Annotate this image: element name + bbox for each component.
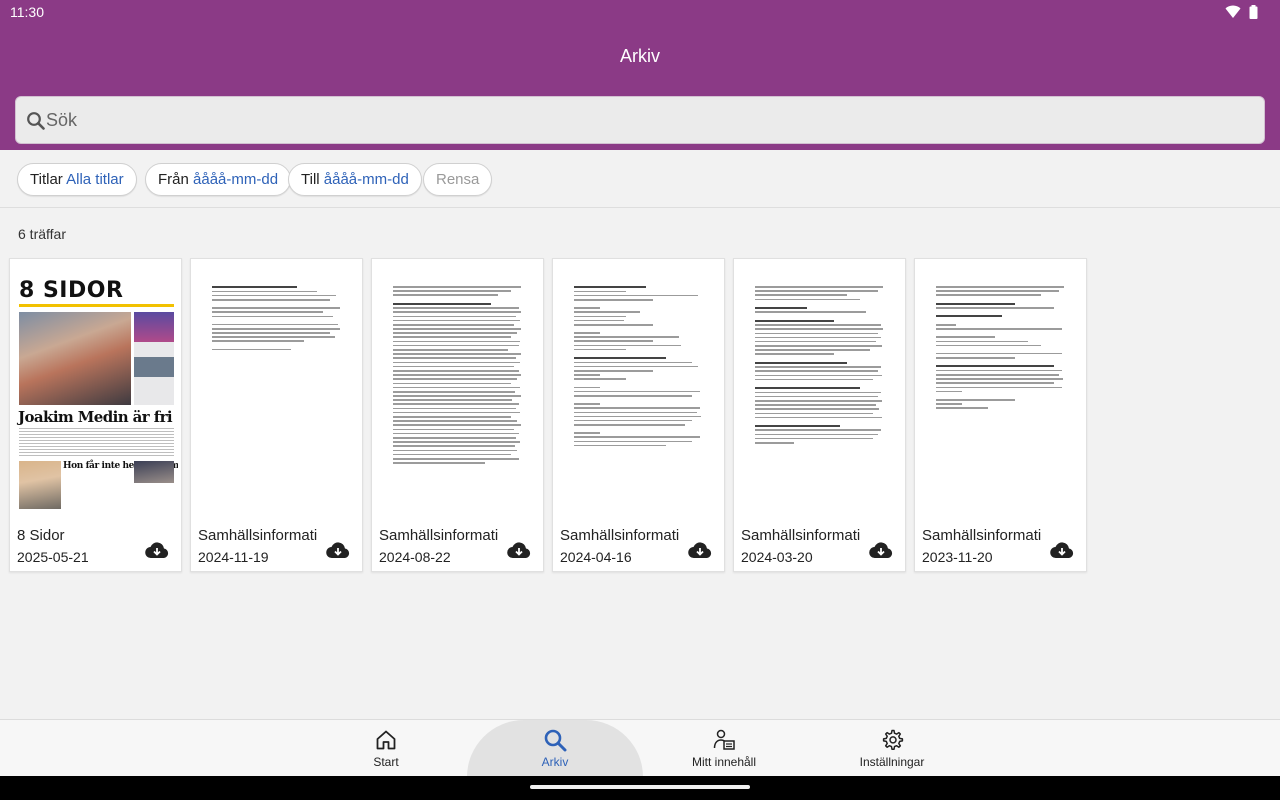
battery-icon: [1249, 5, 1258, 19]
home-icon: [376, 730, 396, 750]
item-date: 2024-04-16: [560, 549, 632, 565]
page-thumbnail[interactable]: [377, 264, 540, 514]
from-date-label: Från: [158, 171, 189, 188]
item-date: 2023-11-20: [922, 549, 993, 565]
to-date-chip[interactable]: Till åååå-mm-dd: [288, 163, 422, 196]
download-icon[interactable]: [507, 541, 531, 559]
item-title: Samhällsinformati: [741, 527, 861, 544]
search-field[interactable]: [15, 96, 1265, 144]
archive-item-card[interactable]: 8 SIDOR Joakim Medin är fri Hon får inte…: [9, 258, 182, 572]
result-count: 6 träffar: [18, 226, 66, 242]
newspaper-cover: 8 SIDOR Joakim Medin är fri Hon får inte…: [15, 264, 178, 514]
download-icon[interactable]: [145, 541, 169, 559]
app-header: Arkiv: [0, 24, 1280, 150]
item-title: 8 Sidor: [17, 527, 65, 544]
cover-main-photo: [19, 312, 131, 405]
status-bar: 11:30: [0, 0, 1280, 24]
status-time: 11:30: [10, 4, 44, 20]
to-date-label: Till: [301, 171, 320, 188]
item-title: Samhällsinformati: [922, 527, 1042, 544]
item-date: 2024-03-20: [741, 549, 813, 565]
nav-label: Start: [373, 755, 399, 769]
to-date-value: åååå-mm-dd: [323, 171, 409, 188]
nav-label: Mitt innehåll: [691, 755, 757, 769]
bottom-navigation: Start Arkiv Mitt innehåll Inställningar: [0, 719, 1280, 777]
search-input[interactable]: [46, 105, 1246, 135]
cover-body-text: [19, 428, 174, 458]
nav-item-arkiv[interactable]: Arkiv: [467, 720, 643, 777]
item-title: Samhällsinformati: [560, 527, 680, 544]
item-title: Samhällsinformati: [379, 527, 499, 544]
page-thumbnail[interactable]: [196, 264, 359, 514]
from-date-value: åååå-mm-dd: [193, 171, 279, 188]
page-title: Arkiv: [620, 46, 660, 66]
document-preview: [936, 286, 1067, 412]
search-icon: [544, 729, 567, 752]
cover-side-column: [134, 312, 174, 405]
document-preview: [393, 286, 524, 466]
cover-headline: Joakim Medin är fri: [18, 408, 173, 426]
item-date: 2024-11-19: [198, 549, 269, 565]
item-date: 2025-05-21: [17, 549, 89, 565]
page-thumbnail[interactable]: [558, 264, 721, 514]
archive-item-card[interactable]: Samhällsinformati 2024-04-16: [552, 258, 725, 572]
status-icons: [1225, 5, 1258, 19]
document-preview: [574, 286, 705, 449]
nav-item-installningar[interactable]: Inställningar: [842, 720, 942, 777]
settings-gear-icon: [882, 729, 904, 751]
titles-filter-label: Titlar: [30, 171, 63, 188]
document-preview: [755, 286, 886, 446]
nav-item-start[interactable]: Start: [336, 720, 436, 777]
cover-thumbnail[interactable]: 8 SIDOR Joakim Medin är fri Hon får inte…: [15, 264, 178, 514]
nav-item-mitt-innehall[interactable]: Mitt innehåll: [674, 720, 774, 777]
cover-masthead: 8 SIDOR: [19, 278, 124, 303]
download-icon[interactable]: [869, 541, 893, 559]
page-thumbnail[interactable]: [739, 264, 902, 514]
my-content-icon: [713, 729, 735, 750]
document-preview: [212, 286, 343, 353]
wifi-icon: [1225, 5, 1241, 18]
clear-filters-button[interactable]: Rensa: [423, 163, 493, 196]
page-thumbnail[interactable]: [920, 264, 1083, 514]
nav-label: Inställningar: [859, 755, 925, 769]
system-gesture-bar: [0, 776, 1280, 800]
archive-item-card[interactable]: Samhällsinformati 2024-08-22: [371, 258, 544, 572]
download-icon[interactable]: [688, 541, 712, 559]
nav-label: Arkiv: [541, 755, 569, 769]
download-icon[interactable]: [1050, 541, 1074, 559]
gesture-handle[interactable]: [530, 785, 750, 789]
titles-filter-value: Alla titlar: [66, 171, 124, 188]
cover-photo-small: [19, 461, 61, 509]
archive-item-card[interactable]: Samhällsinformati 2024-11-19: [190, 258, 363, 572]
cover-divider: [19, 304, 174, 307]
filter-bar: Titlar Alla titlar Från åååå-mm-dd Till …: [0, 150, 1280, 208]
archive-item-card[interactable]: Samhällsinformati 2024-03-20: [733, 258, 906, 572]
download-icon[interactable]: [326, 541, 350, 559]
item-title: Samhällsinformati: [198, 527, 318, 544]
cover-photo-side: [134, 461, 174, 483]
titles-filter-chip[interactable]: Titlar Alla titlar: [17, 163, 137, 196]
archive-item-card[interactable]: Samhällsinformati 2023-11-20: [914, 258, 1087, 572]
from-date-chip[interactable]: Från åååå-mm-dd: [145, 163, 292, 196]
search-icon: [27, 112, 45, 130]
item-date: 2024-08-22: [379, 549, 451, 565]
